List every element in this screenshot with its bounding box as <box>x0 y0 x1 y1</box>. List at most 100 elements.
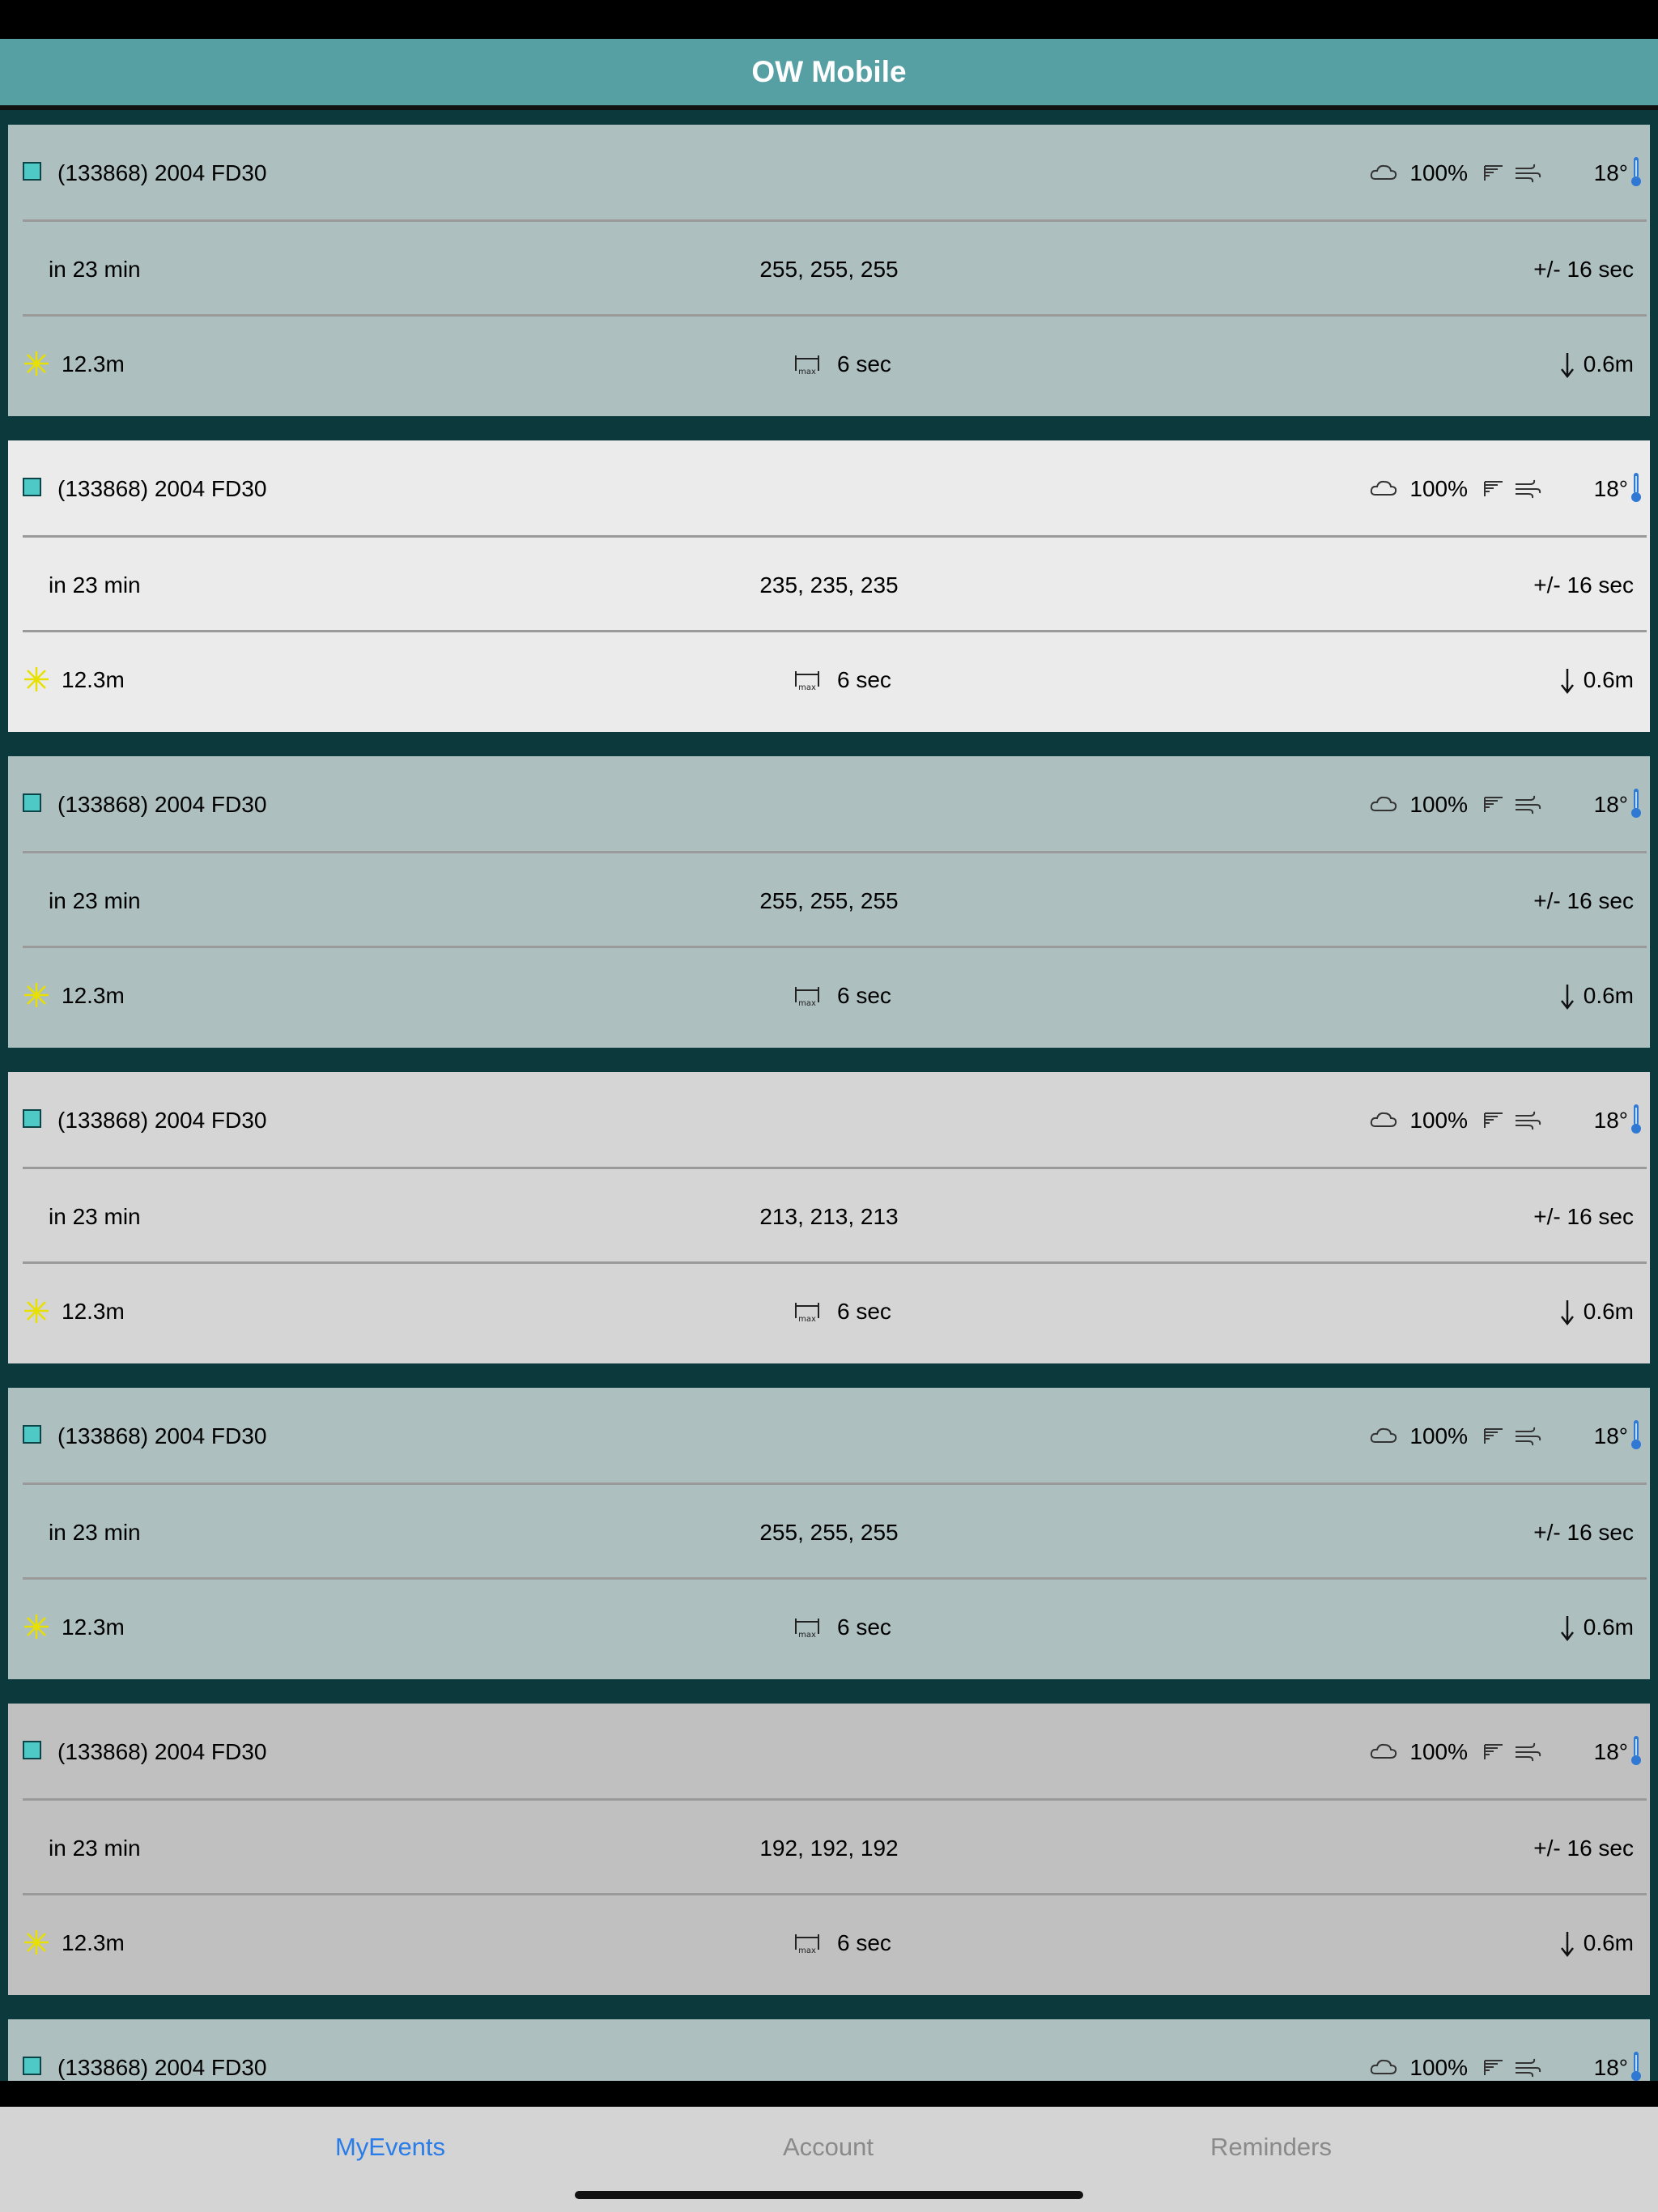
event-card[interactable]: (133868) 2004 FD30 100% 18° in 23 min 25… <box>8 1388 1650 1679</box>
svg-text:max: max <box>798 1315 816 1323</box>
magnitude-drop: 0.6m <box>1583 1299 1634 1324</box>
magnitude: 12.3m <box>62 667 125 692</box>
nav-bar: OW Mobile <box>0 39 1658 105</box>
max-duration-icon: max <box>795 1934 819 1955</box>
magnitude-drop: 0.6m <box>1583 983 1634 1008</box>
event-header-row: (133868) 2004 FD30 100% 18° <box>8 440 1650 536</box>
wind-icon <box>1516 164 1541 183</box>
event-time-row: in 23 min 255, 255, 255 +/- 16 sec <box>8 1484 1650 1580</box>
uncertainty: +/- 16 sec <box>1533 1520 1634 1545</box>
square-icon <box>23 1109 41 1128</box>
tab-reminders[interactable]: Reminders <box>1210 2133 1332 2162</box>
square-icon <box>23 162 41 181</box>
rain-icon <box>1484 165 1503 181</box>
square-icon <box>23 478 41 496</box>
square-icon <box>23 793 41 812</box>
cloud-icon <box>1370 1427 1397 1443</box>
cloud-icon <box>1370 480 1397 496</box>
event-time-row: in 23 min 255, 255, 255 +/- 16 sec <box>8 853 1650 948</box>
rain-icon <box>1484 2060 1503 2075</box>
magnitude-drop: 0.6m <box>1583 667 1634 692</box>
rain-icon <box>1484 481 1503 496</box>
event-name: (133868) 2004 FD30 <box>57 792 267 817</box>
cloud-percent: 100% <box>1409 792 1468 817</box>
magnitude-drop: 0.6m <box>1583 1614 1634 1640</box>
square-icon <box>23 1741 41 1759</box>
event-card[interactable]: (133868) 2004 FD30 100% 18° in 23 min 25… <box>8 125 1650 416</box>
temperature: 18° <box>1593 1423 1628 1448</box>
cloud-percent: 100% <box>1409 2055 1468 2080</box>
thermometer-icon <box>1631 473 1641 502</box>
event-card[interactable]: (133868) 2004 FD30 100% 18° <box>8 2019 1650 2081</box>
home-indicator <box>575 2191 1083 2199</box>
temperature: 18° <box>1593 160 1628 185</box>
cloud-icon <box>1370 2059 1397 2074</box>
color-value: 255, 255, 255 <box>759 257 899 282</box>
cloud-percent: 100% <box>1409 476 1468 501</box>
event-name: (133868) 2004 FD30 <box>57 2055 267 2080</box>
cloud-percent: 100% <box>1409 160 1468 185</box>
wind-icon <box>1516 795 1541 815</box>
color-value: 213, 213, 213 <box>759 1204 899 1229</box>
color-value: 235, 235, 235 <box>759 572 899 598</box>
star-icon <box>24 351 49 376</box>
cloud-icon <box>1370 796 1397 811</box>
event-time-row: in 23 min 213, 213, 213 +/- 16 sec <box>8 1168 1650 1264</box>
cloud-icon <box>1370 1112 1397 1127</box>
max-duration: 6 sec <box>837 351 891 376</box>
event-detail-row: 12.3m max 6 sec 0.6m <box>8 1895 1650 1990</box>
wind-icon <box>1516 2058 1541 2078</box>
max-duration: 6 sec <box>837 667 891 692</box>
magnitude: 12.3m <box>62 1930 125 1955</box>
cloud-percent: 100% <box>1409 1108 1468 1133</box>
uncertainty: +/- 16 sec <box>1533 1836 1634 1861</box>
wind-icon <box>1516 1742 1541 1762</box>
max-duration-icon: max <box>795 1619 819 1639</box>
max-duration: 6 sec <box>837 1299 891 1324</box>
event-header-row: (133868) 2004 FD30 100% 18° <box>8 125 1650 220</box>
event-name: (133868) 2004 FD30 <box>57 476 267 501</box>
uncertainty: +/- 16 sec <box>1533 1204 1634 1229</box>
tab-account[interactable]: Account <box>783 2133 874 2162</box>
uncertainty: +/- 16 sec <box>1533 572 1634 598</box>
arrow-down-icon <box>1561 353 1574 379</box>
temperature: 18° <box>1593 476 1628 501</box>
arrow-down-icon <box>1561 1616 1574 1642</box>
event-card[interactable]: (133868) 2004 FD30 100% 18° in 23 min 21… <box>8 1072 1650 1363</box>
tab-myevents[interactable]: MyEvents <box>335 2133 445 2162</box>
magnitude: 12.3m <box>62 1299 125 1324</box>
thermometer-icon <box>1631 789 1641 818</box>
color-value: 192, 192, 192 <box>759 1836 899 1861</box>
status-bar <box>0 0 1658 39</box>
max-duration-icon: max <box>795 987 819 1007</box>
tab-bar: MyEvents Account Reminders <box>0 2107 1658 2212</box>
event-detail-row: 12.3m max 6 sec 0.6m <box>8 632 1650 727</box>
star-icon <box>24 983 49 1007</box>
event-list[interactable]: (133868) 2004 FD30 100% 18° in 23 min 25… <box>0 110 1658 2081</box>
event-time-row: in 23 min 255, 255, 255 +/- 16 sec <box>8 221 1650 317</box>
event-detail-row: 12.3m max 6 sec 0.6m <box>8 1263 1650 1359</box>
arrow-down-icon <box>1561 669 1574 695</box>
rain-icon <box>1484 797 1503 812</box>
cloud-icon <box>1370 1743 1397 1759</box>
event-card[interactable]: (133868) 2004 FD30 100% 18° in 23 min 19… <box>8 1704 1650 1995</box>
square-icon <box>23 1425 41 1444</box>
event-time-row: in 23 min 235, 235, 235 +/- 16 sec <box>8 537 1650 632</box>
event-header-row: (133868) 2004 FD30 100% 18° <box>8 1072 1650 1168</box>
square-icon <box>23 2057 41 2075</box>
max-duration-icon: max <box>795 1303 819 1323</box>
event-card[interactable]: (133868) 2004 FD30 100% 18° in 23 min 23… <box>8 440 1650 732</box>
max-duration-icon: max <box>795 355 819 376</box>
event-header-row: (133868) 2004 FD30 100% 18° <box>8 2019 1650 2081</box>
thermometer-icon <box>1631 2052 1641 2081</box>
temperature: 18° <box>1593 2055 1628 2080</box>
event-detail-row: 12.3m max 6 sec 0.6m <box>8 1579 1650 1674</box>
rain-icon <box>1484 1744 1503 1759</box>
event-name: (133868) 2004 FD30 <box>57 1108 267 1133</box>
event-card[interactable]: (133868) 2004 FD30 100% 18° in 23 min 25… <box>8 756 1650 1048</box>
thermometer-icon <box>1631 1420 1641 1449</box>
magnitude-drop: 0.6m <box>1583 1930 1634 1955</box>
magnitude: 12.3m <box>62 1614 125 1640</box>
color-value: 255, 255, 255 <box>759 1520 899 1545</box>
thermometer-icon <box>1631 157 1641 186</box>
